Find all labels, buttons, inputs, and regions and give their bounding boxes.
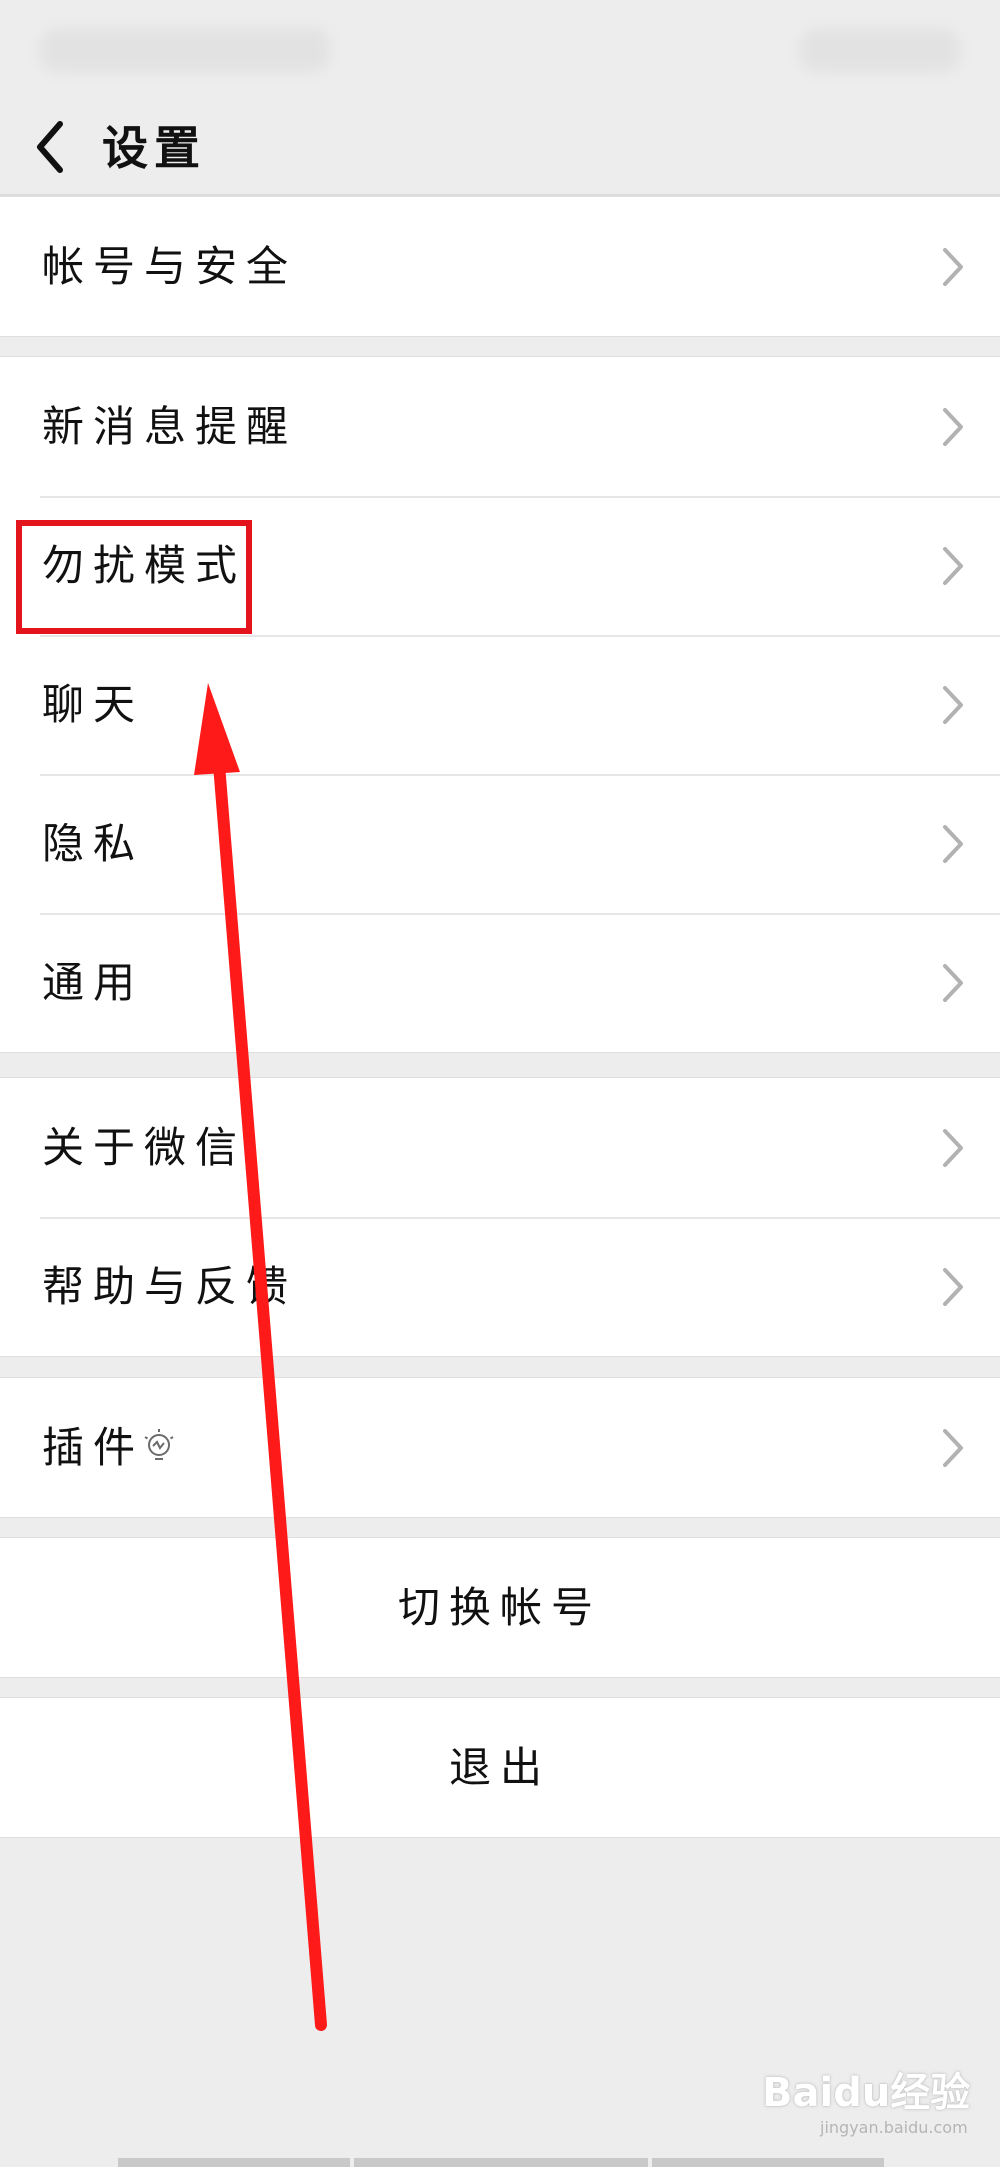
settings-item-label: 通用 bbox=[42, 958, 145, 1007]
settings-item-label: 聊天 bbox=[42, 680, 145, 729]
settings-item-label: 关于微信 bbox=[42, 1123, 247, 1172]
chevron-right-icon bbox=[943, 1128, 963, 1167]
page-title: 设置 bbox=[102, 121, 206, 175]
logout-label: 退出 bbox=[448, 1743, 551, 1792]
chevron-right-icon bbox=[943, 1267, 963, 1306]
chevron-right-icon bbox=[943, 824, 963, 863]
settings-group-account: 帐号与安全 bbox=[0, 196, 1000, 337]
settings-item-label: 插件 bbox=[42, 1423, 145, 1472]
settings-item-notifications[interactable]: 新消息提醒 bbox=[0, 357, 1000, 496]
settings-item-about-wechat[interactable]: 关于微信 bbox=[0, 1078, 1000, 1217]
back-button[interactable] bbox=[30, 114, 90, 180]
settings-item-privacy[interactable]: 隐私 bbox=[0, 774, 1000, 913]
settings-item-help-feedback[interactable]: 帮助与反馈 bbox=[0, 1217, 1000, 1356]
lightbulb-icon bbox=[144, 1428, 174, 1460]
settings-item-plugins[interactable]: 插件 bbox=[0, 1378, 1000, 1517]
highlight-box bbox=[16, 520, 252, 634]
watermark-url: jingyan.baidu.com bbox=[820, 2118, 968, 2137]
chevron-right-icon bbox=[943, 546, 963, 585]
settings-item-label: 帐号与安全 bbox=[42, 242, 298, 291]
chevron-right-icon bbox=[943, 247, 963, 286]
status-bar-blurred-right bbox=[800, 28, 960, 72]
settings-item-general[interactable]: 通用 bbox=[0, 913, 1000, 1052]
settings-item-chat[interactable]: 聊天 bbox=[0, 635, 1000, 774]
switch-account-group: 切换帐号 bbox=[0, 1537, 1000, 1678]
chevron-right-icon bbox=[943, 1428, 963, 1467]
chevron-right-icon bbox=[943, 963, 963, 1002]
nav-bar: 设置 bbox=[0, 100, 1000, 194]
watermark-brand: Baidu经验 bbox=[762, 2070, 971, 2116]
settings-item-label: 新消息提醒 bbox=[42, 402, 298, 451]
status-bar-blurred-left bbox=[40, 28, 330, 72]
logout-button[interactable]: 退出 bbox=[0, 1698, 1000, 1837]
settings-group-plugins: 插件 bbox=[0, 1377, 1000, 1518]
chevron-left-icon bbox=[37, 121, 63, 173]
settings-group-general: 新消息提醒 勿扰模式 聊天 隐私 通用 bbox=[0, 356, 1000, 1053]
bottom-strip-segment bbox=[652, 2158, 884, 2167]
settings-item-label: 帮助与反馈 bbox=[42, 1262, 298, 1311]
status-bar bbox=[0, 0, 1000, 100]
settings-item-account-security[interactable]: 帐号与安全 bbox=[0, 197, 1000, 336]
chevron-right-icon bbox=[943, 407, 963, 446]
settings-group-about: 关于微信 帮助与反馈 bbox=[0, 1077, 1000, 1357]
logout-group: 退出 bbox=[0, 1697, 1000, 1838]
chevron-right-icon bbox=[943, 685, 963, 724]
switch-account-button[interactable]: 切换帐号 bbox=[0, 1538, 1000, 1677]
bottom-strip-segment bbox=[118, 2158, 350, 2167]
switch-account-label: 切换帐号 bbox=[397, 1583, 602, 1632]
bottom-strip-segment bbox=[354, 2158, 648, 2167]
settings-item-label: 隐私 bbox=[42, 819, 145, 868]
